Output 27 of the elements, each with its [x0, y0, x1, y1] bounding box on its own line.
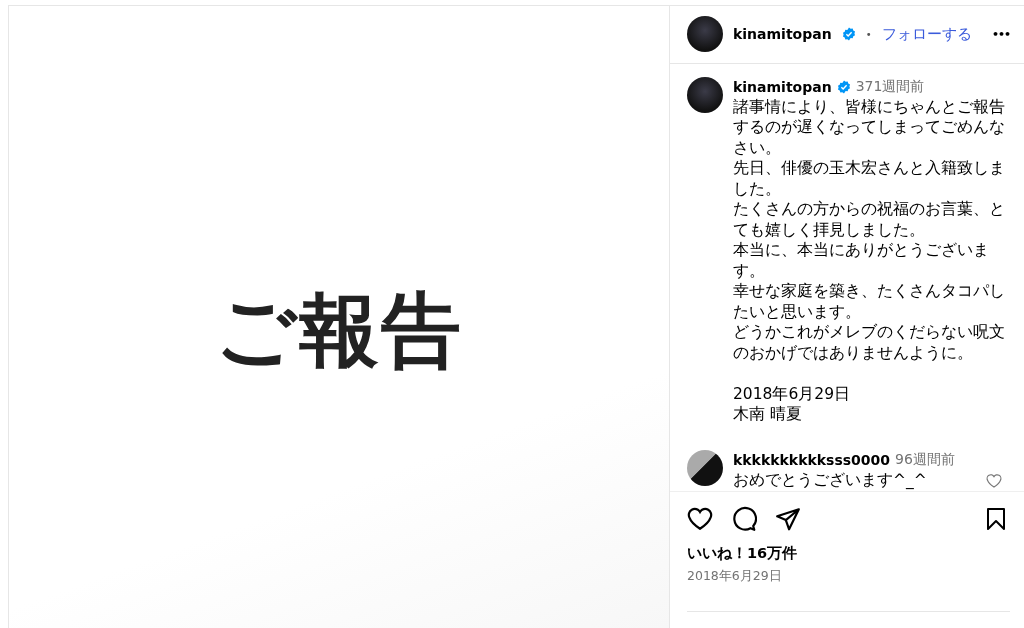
caption-paragraph: 本当に、本当にありがとうございます。	[733, 240, 990, 282]
comment-text: おめでとうございます^_^	[733, 469, 928, 491]
avatar[interactable]	[687, 76, 723, 113]
separator-dot: •	[865, 28, 872, 40]
avatar[interactable]	[687, 449, 723, 486]
send-icon[interactable]	[775, 505, 801, 532]
bookmark-icon[interactable]	[984, 505, 1008, 532]
post-image-text: ご報告	[215, 283, 463, 379]
like-count[interactable]: いいね！16万件	[670, 531, 1024, 563]
signature-line: 木南 晴夏	[733, 404, 803, 425]
post-date[interactable]: 2018年6月29日	[670, 562, 1024, 585]
caption-paragraph: 諸事情により、皆様にちゃんとご報告するのが遅くなってしまってごめんなさい。	[733, 96, 1006, 159]
follow-button[interactable]: フォローする	[881, 24, 972, 44]
caption-paragraph: たくさんの方からの祝福のお言葉、とても嬉しく拝見しました。	[733, 199, 1006, 241]
username[interactable]: kkkkkkkkkksss0000	[733, 451, 891, 468]
caption-paragraph: どうかこれがメレブのくだらない呪文のおかげではありませんように。	[733, 322, 1006, 364]
like-icon[interactable]	[687, 505, 713, 532]
caption-paragraph: 幸せな家庭を築き、たくさんタコパしたいと思います。	[733, 281, 1006, 323]
avatar[interactable]	[687, 16, 723, 53]
timestamp[interactable]: 96週間前	[895, 450, 955, 469]
username[interactable]: kinamitopan	[733, 26, 832, 43]
username[interactable]: kinamitopan	[733, 78, 832, 95]
more-options-button[interactable]: •••	[991, 27, 1010, 41]
signature-line: 2018年6月29日	[733, 383, 852, 405]
timestamp[interactable]: 371週間前	[855, 77, 925, 96]
comment-icon[interactable]	[731, 505, 757, 532]
caption-paragraph: 先日、俳優の玉木宏さんと入籍致しました。	[733, 158, 1006, 200]
